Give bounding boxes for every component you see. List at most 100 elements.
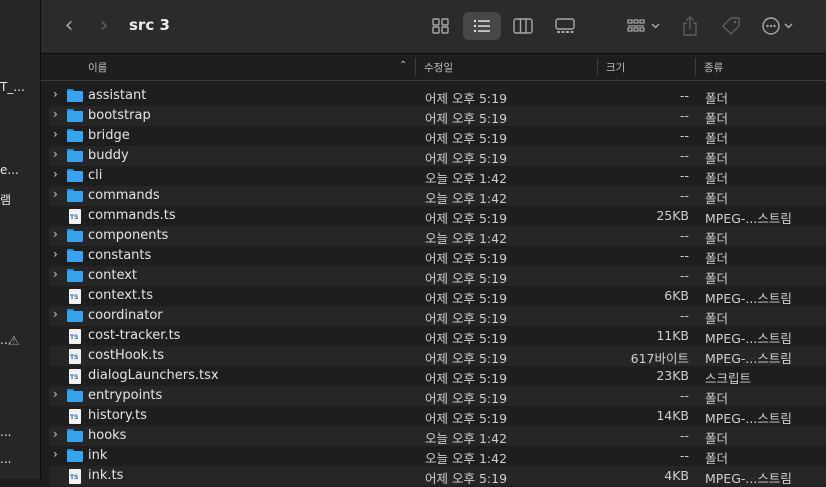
row-date: 오늘 오후 1:42	[425, 231, 508, 246]
row-name: ink.ts	[88, 468, 124, 483]
table-row[interactable]: TS commands.ts 어제 오후 5:19 25KB MPEG-...스트림	[49, 206, 826, 226]
row-date: 어제 오후 5:19	[425, 151, 508, 166]
back-button[interactable]: ‹	[58, 12, 80, 40]
row-size: --	[679, 88, 689, 103]
row-date: 어제 오후 5:19	[425, 131, 508, 146]
share-button[interactable]	[671, 12, 709, 40]
row-name: commands.ts	[88, 208, 176, 223]
row-kind: 폴더	[705, 231, 729, 246]
folder-icon	[67, 169, 83, 183]
disclosure-chevron-icon[interactable]: ›	[53, 387, 63, 401]
disclosure-chevron-icon[interactable]: ›	[53, 147, 63, 161]
folder-icon	[67, 309, 83, 323]
column-header-date[interactable]: 수정일	[424, 60, 453, 75]
sidebar-item-label[interactable]: ...	[0, 425, 11, 439]
disclosure-chevron-icon[interactable]: ›	[53, 227, 63, 241]
row-kind: MPEG-...스트림	[705, 411, 792, 426]
table-row[interactable]: › buddy 어제 오후 5:19 -- 폴더	[49, 146, 826, 166]
column-header-kind[interactable]: 종류	[704, 60, 723, 75]
row-name: bootstrap	[88, 108, 151, 123]
sidebar: T_... e... 램 ... ⚠ ... ...	[0, 0, 41, 479]
disclosure-chevron-icon[interactable]: ›	[53, 87, 63, 101]
group-button[interactable]	[621, 12, 667, 40]
table-row[interactable]: › bootstrap 어제 오후 5:19 -- 폴더	[49, 106, 826, 126]
row-name: buddy	[88, 148, 129, 163]
disclosure-chevron-icon[interactable]: ›	[53, 307, 63, 321]
row-size: --	[679, 228, 689, 243]
row-name: constants	[88, 248, 152, 263]
column-view-button[interactable]	[504, 12, 542, 40]
row-date: 어제 오후 5:19	[425, 371, 508, 386]
file-icon: TS	[67, 349, 83, 364]
row-date: 어제 오후 5:19	[425, 471, 508, 486]
table-row[interactable]: TS context.ts 어제 오후 5:19 6KB MPEG-...스트림	[49, 286, 826, 306]
disclosure-chevron-icon[interactable]: ›	[53, 127, 63, 141]
row-kind: MPEG-...스트림	[705, 351, 792, 366]
folder-icon	[67, 429, 83, 443]
column-header-name[interactable]: 이름	[88, 60, 107, 75]
table-row[interactable]: TS ink.ts 어제 오후 5:19 4KB MPEG-...스트림	[49, 466, 826, 486]
table-row[interactable]: TS cost-tracker.ts 어제 오후 5:19 11KB MPEG-...스…	[49, 326, 826, 346]
sidebar-item-label[interactable]: T_...	[0, 80, 25, 94]
table-row[interactable]: › context 어제 오후 5:19 -- 폴더	[49, 266, 826, 286]
table-row[interactable]: TS dialogLaunchers.tsx 어제 오후 5:19 23KB 스크립트	[49, 366, 826, 386]
disclosure-chevron-icon[interactable]: ›	[53, 187, 63, 201]
table-row[interactable]: › commands 오늘 오후 1:42 -- 폴더	[49, 186, 826, 206]
row-name: context.ts	[88, 288, 153, 303]
table-row[interactable]: › coordinator 어제 오후 5:19 -- 폴더	[49, 306, 826, 326]
row-kind: 폴더	[705, 191, 729, 206]
table-row[interactable]: › hooks 오늘 오후 1:42 -- 폴더	[49, 426, 826, 446]
table-row[interactable]: › bridge 어제 오후 5:19 -- 폴더	[49, 126, 826, 146]
table-row[interactable]: › assistant 어제 오후 5:19 -- 폴더	[49, 86, 826, 106]
row-kind: 폴더	[705, 451, 729, 466]
icon-view-button[interactable]	[422, 12, 460, 40]
row-date: 어제 오후 5:19	[425, 351, 508, 366]
disclosure-chevron-icon[interactable]: ›	[53, 447, 63, 461]
more-actions-button[interactable]	[757, 12, 801, 40]
disclosure-chevron-icon[interactable]: ›	[53, 167, 63, 181]
row-kind: 폴더	[705, 271, 729, 286]
row-size: 11KB	[656, 328, 689, 343]
row-size: 25KB	[656, 208, 689, 223]
disclosure-chevron-icon[interactable]: ›	[53, 427, 63, 441]
row-date: 오늘 오후 1:42	[425, 191, 508, 206]
table-row[interactable]: › ink 오늘 오후 1:42 -- 폴더	[49, 446, 826, 466]
disclosure-chevron-icon[interactable]: ›	[53, 247, 63, 261]
table-row[interactable]: › components 오늘 오후 1:42 -- 폴더	[49, 226, 826, 246]
row-kind: 폴더	[705, 111, 729, 126]
tag-icon	[722, 17, 740, 35]
column-divider[interactable]	[415, 58, 416, 76]
column-divider[interactable]	[597, 58, 598, 76]
sidebar-item-label[interactable]: ...	[0, 452, 11, 466]
row-size: --	[679, 448, 689, 463]
row-name: hooks	[88, 428, 127, 443]
row-name: cli	[88, 168, 103, 183]
sidebar-item-label[interactable]: 램	[0, 191, 11, 208]
row-date: 어제 오후 5:19	[425, 311, 508, 326]
table-row[interactable]: TS costHook.ts 어제 오후 5:19 617바이트 MPEG-...스트림	[49, 346, 826, 366]
row-name: costHook.ts	[88, 348, 165, 363]
forward-button[interactable]: ›	[93, 12, 115, 40]
row-kind: 폴더	[705, 151, 729, 166]
disclosure-chevron-icon[interactable]: ›	[53, 267, 63, 281]
file-icon: TS	[67, 209, 83, 224]
file-icon: TS	[67, 329, 83, 344]
row-size: 23KB	[656, 368, 689, 383]
row-date: 어제 오후 5:19	[425, 91, 508, 106]
column-divider[interactable]	[695, 58, 696, 76]
disclosure-chevron-icon[interactable]: ›	[53, 107, 63, 121]
sidebar-item-label[interactable]: e...	[0, 163, 19, 177]
table-row[interactable]: TS history.ts 어제 오후 5:19 14KB MPEG-...스트림	[49, 406, 826, 426]
table-row[interactable]: › entrypoints 어제 오후 5:19 -- 폴더	[49, 386, 826, 406]
row-size: --	[679, 268, 689, 283]
list-view-button[interactable]	[463, 12, 501, 40]
table-row[interactable]: › cli 오늘 오후 1:42 -- 폴더	[49, 166, 826, 186]
row-size: 14KB	[656, 408, 689, 423]
row-date: 어제 오후 5:19	[425, 411, 508, 426]
tag-button[interactable]	[712, 12, 750, 40]
gallery-view-button[interactable]	[546, 12, 584, 40]
row-size: --	[679, 128, 689, 143]
column-header: 이름 ⌃ 수정일 크기 종류	[41, 54, 826, 81]
column-header-size[interactable]: 크기	[606, 60, 625, 75]
table-row[interactable]: › constants 어제 오후 5:19 -- 폴더	[49, 246, 826, 266]
